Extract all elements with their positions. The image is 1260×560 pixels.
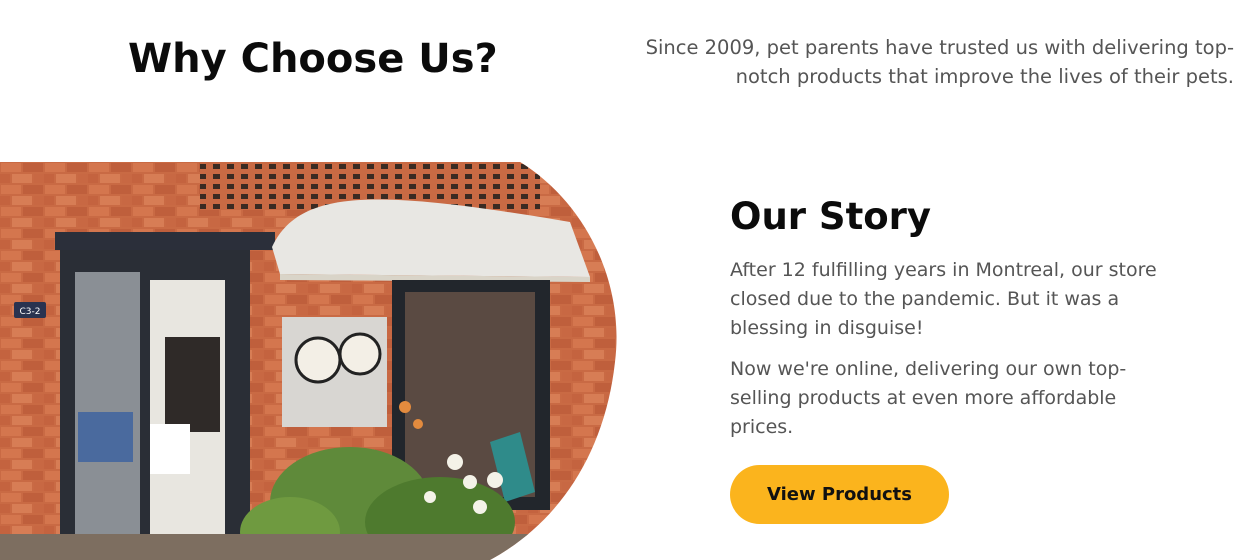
storefront-photo: C3-2 <box>0 162 617 560</box>
story-paragraph-2: Now we're online, delivering our own top… <box>730 358 1127 438</box>
our-story-section: Our Story After 12 fulfilling years in M… <box>730 195 1170 454</box>
our-story-heading: Our Story <box>730 195 932 238</box>
address-plate-text: C3-2 <box>20 307 41 317</box>
story-paragraph-1: After 12 fulfilling years in Montreal, o… <box>730 259 1157 339</box>
why-choose-us-text: Since 2009, pet parents have trusted us … <box>645 36 1234 88</box>
why-choose-us-heading: Why Choose Us? <box>128 36 498 82</box>
view-products-button[interactable]: View Products <box>730 465 949 524</box>
